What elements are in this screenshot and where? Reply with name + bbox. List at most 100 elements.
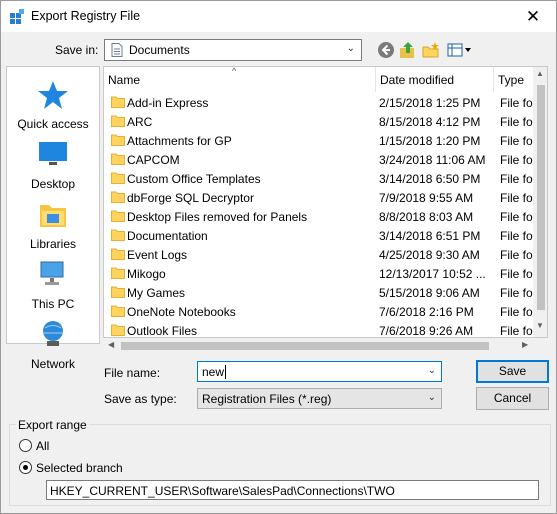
file-type: File fol	[500, 248, 536, 262]
place-label: Quick access	[17, 117, 89, 131]
documents-icon	[111, 43, 123, 57]
folder-icon	[111, 115, 125, 127]
place-libraries[interactable]: Libraries	[7, 199, 99, 255]
places-bar: Quick access Desktop Libraries This PC N…	[6, 66, 100, 371]
chevron-down-icon[interactable]: ⌄	[428, 365, 436, 376]
file-date: 1/15/2018 1:20 PM	[379, 134, 481, 148]
star-icon	[38, 81, 68, 109]
save-in-label: Save in:	[55, 43, 99, 57]
folder-icon	[111, 248, 125, 260]
place-desktop[interactable]: Desktop	[7, 139, 99, 195]
radio-selected-branch-label[interactable]: Selected branch	[36, 461, 123, 475]
file-date: 8/8/2018 8:03 AM	[379, 210, 474, 224]
file-date: 7/9/2018 9:55 AM	[379, 191, 474, 205]
up-folder-icon[interactable]	[399, 41, 417, 59]
file-name: Event Logs	[127, 248, 188, 262]
file-name: Attachments for GP	[127, 134, 232, 148]
file-name: Mikogo	[127, 267, 166, 281]
scroll-thumb[interactable]	[537, 85, 545, 310]
file-row[interactable]: dbForge SQL Decryptor 7/9/2018 9:55 AM Fil…	[104, 188, 536, 207]
place-label: Desktop	[30, 177, 76, 191]
close-button[interactable]: ✕	[510, 1, 556, 32]
chevron-down-icon: ⌄	[427, 392, 436, 403]
scroll-down-icon[interactable]: ▼	[536, 321, 544, 330]
folder-icon	[111, 96, 125, 108]
file-type: File fol	[500, 324, 536, 338]
folder-icon	[111, 305, 125, 317]
scroll-up-icon[interactable]: ▲	[536, 69, 544, 78]
file-row[interactable]: Add-in Express 2/15/2018 1:25 PM File fol	[104, 93, 535, 112]
file-row[interactable]: Outlook Files 7/6/2018 9:26 AM File fol	[104, 321, 536, 338]
new-folder-icon[interactable]	[422, 41, 440, 59]
file-type: File fol	[500, 115, 536, 129]
file-name: OneNote Notebooks	[127, 305, 236, 319]
place-network[interactable]: Network	[7, 319, 99, 375]
place-label: Network	[30, 357, 75, 371]
file-date: 3/24/2018 11:06 AM	[379, 153, 486, 167]
file-row[interactable]: Desktop Files removed for Panels 8/8/2018…	[104, 207, 536, 226]
file-name: Custom Office Templates	[127, 172, 261, 186]
save-in-dropdown[interactable]: Documents ⌄	[104, 39, 362, 61]
folder-icon	[111, 267, 125, 279]
horizontal-scrollbar[interactable]: ◀ ▶	[103, 338, 548, 354]
export-registry-dialog: Export Registry File ✕ Save in: Document…	[0, 0, 557, 514]
radio-all[interactable]	[19, 439, 32, 452]
file-name-value: new	[202, 365, 225, 379]
scroll-thumb[interactable]	[121, 342, 489, 350]
folder-icon	[111, 286, 125, 298]
close-icon: ✕	[525, 6, 541, 27]
window-title: Export Registry File	[31, 9, 141, 23]
column-header-name[interactable]: Name	[104, 67, 376, 92]
radio-selected-branch[interactable]	[19, 461, 32, 474]
save-button[interactable]: Save	[476, 360, 549, 383]
file-row[interactable]: CAPCOM 3/24/2018 11:06 AM File fol	[104, 150, 536, 169]
folder-icon	[111, 153, 125, 165]
file-name: ARC	[127, 115, 153, 129]
file-row[interactable]: Custom Office Templates 3/14/2018 6:50 PM…	[104, 169, 535, 188]
folder-icon	[111, 324, 125, 336]
file-row[interactable]: OneNote Notebooks 7/6/2018 2:16 PM File fo…	[104, 302, 536, 321]
folder-icon	[111, 134, 125, 146]
folder-icon	[111, 229, 125, 241]
cancel-button[interactable]: Cancel	[476, 387, 549, 410]
file-date: 2/15/2018 1:25 PM	[379, 96, 481, 110]
file-row[interactable]: My Games 5/15/2018 9:06 AM File fol	[104, 283, 536, 302]
desktop-icon	[39, 142, 67, 165]
branch-path-value: HKEY_CURRENT_USER\Software\SalesPad\Conn…	[50, 484, 395, 498]
file-date: 4/25/2018 9:30 AM	[379, 248, 480, 262]
export-range-title: Export range	[16, 418, 89, 432]
chevron-down-icon: ⌄	[346, 43, 355, 54]
save-in-value: Documents	[129, 43, 190, 57]
file-row[interactable]: ARC 8/15/2018 4:12 PM File fol	[104, 112, 536, 131]
registry-editor-icon	[10, 9, 24, 24]
file-row[interactable]: Event Logs 4/25/2018 9:30 AM File fol	[104, 245, 536, 264]
title-bar[interactable]: Export Registry File ✕	[1, 1, 556, 32]
scroll-right-icon[interactable]: ▶	[522, 340, 528, 349]
file-name-input[interactable]: new ⌄	[197, 361, 442, 382]
file-name: Desktop Files removed for Panels	[127, 210, 308, 224]
file-date: 8/15/2018 4:12 PM	[379, 115, 481, 129]
file-date: 12/13/2017 10:52 ...	[379, 267, 486, 281]
file-type: File fol	[500, 210, 536, 224]
back-icon[interactable]	[377, 41, 395, 59]
file-name: My Games	[127, 286, 186, 300]
file-list[interactable]: ^ Name Date modified Type Add-in Express…	[103, 66, 548, 338]
place-quick-access[interactable]: Quick access	[7, 79, 99, 135]
vertical-scrollbar[interactable]: ▲ ▼	[533, 67, 547, 337]
view-menu-icon[interactable]	[447, 41, 473, 59]
file-type: File fol	[500, 153, 536, 167]
scroll-left-icon[interactable]: ◀	[108, 340, 114, 349]
save-as-type-value: Registration Files (*.reg)	[202, 392, 332, 406]
file-row[interactable]: Documentation 3/14/2018 6:51 PM File fol	[104, 226, 535, 245]
file-type: File fol	[500, 305, 536, 319]
branch-path-input[interactable]: HKEY_CURRENT_USER\Software\SalesPad\Conn…	[46, 480, 539, 500]
radio-all-label[interactable]: All	[36, 439, 49, 453]
file-row[interactable]: Mikogo 12/13/2017 10:52 ... File fol	[104, 264, 535, 283]
file-type: File fol	[500, 286, 536, 300]
column-header-date-modified[interactable]: Date modified	[376, 67, 494, 92]
place-this-pc[interactable]: This PC	[7, 259, 99, 315]
file-type: File fol	[500, 191, 536, 205]
file-date: 7/6/2018 9:26 AM	[379, 324, 474, 338]
file-row[interactable]: Attachments for GP 1/15/2018 1:20 PM File …	[104, 131, 535, 150]
save-as-type-dropdown[interactable]: Registration Files (*.reg) ⌄	[197, 388, 442, 409]
